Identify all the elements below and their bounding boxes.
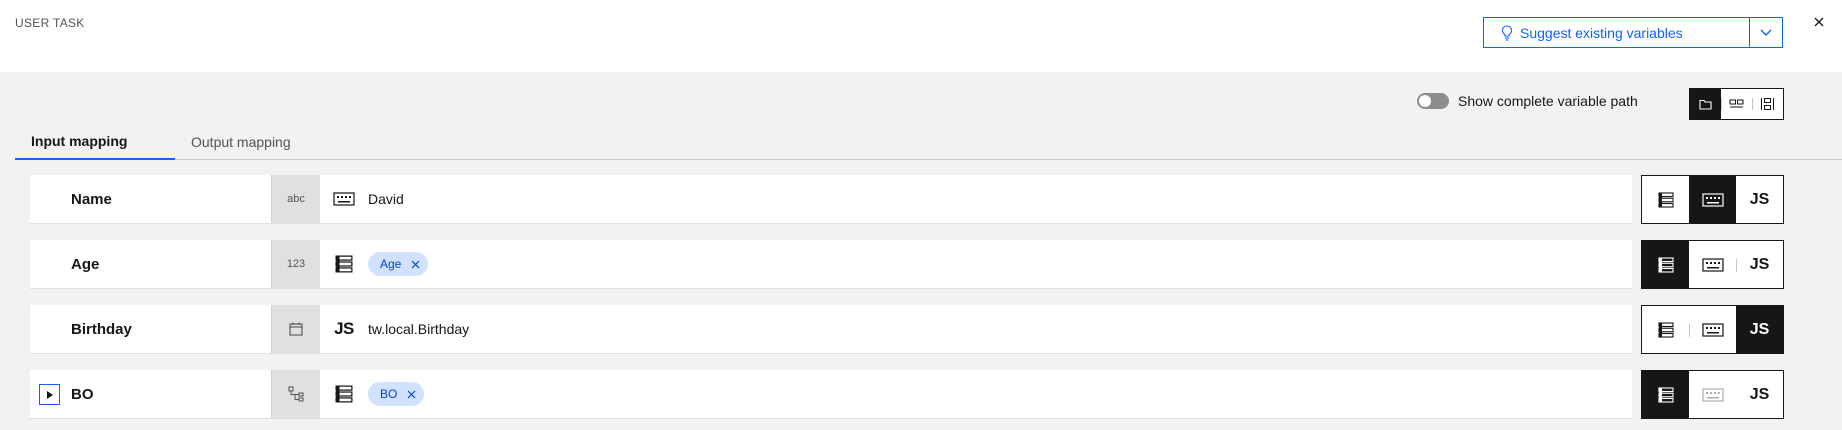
type-date-badge [271, 305, 320, 353]
variable-mode-button[interactable] [1642, 241, 1689, 288]
keyboard-icon [1701, 387, 1724, 402]
value-cell: Age [320, 240, 1632, 288]
variable-mode-button[interactable] [1642, 371, 1689, 418]
variable-name: Birthday [71, 320, 132, 338]
list-icon [1657, 321, 1674, 338]
variable-mode-button[interactable] [1642, 176, 1689, 223]
close-icon [407, 390, 416, 398]
value-mode-switcher: JS [1641, 370, 1784, 419]
card-view-button[interactable] [1721, 89, 1752, 119]
variable-name: BO [30, 370, 271, 418]
complete-path-toggle-label: Show complete variable path [1458, 93, 1638, 109]
list-icon [1657, 386, 1674, 403]
variable-tag: Age [368, 252, 429, 276]
mapping-row-body: Name abc David [30, 175, 1632, 224]
mapping-row-bo: BO BO JS [30, 370, 1784, 419]
chevron-down-icon [1760, 29, 1772, 36]
js-mode-button[interactable]: JS [1736, 176, 1783, 223]
type-string-badge: abc [271, 175, 320, 223]
js-mode-button[interactable]: JS [1736, 371, 1783, 418]
suggest-variables-button[interactable]: Suggest existing variables [1484, 18, 1750, 47]
keyboard-icon [1701, 192, 1724, 207]
mapping-row-name: Name abc David JS [30, 175, 1784, 224]
list-icon [1657, 256, 1674, 273]
mapping-row-age: Age 123 Age JS [30, 240, 1784, 289]
remove-tag-button[interactable] [411, 260, 420, 269]
panel-title: USER TASK [15, 16, 85, 30]
keyboard-icon [1701, 322, 1724, 337]
tab-input-mapping[interactable]: Input mapping [15, 124, 175, 160]
close-button[interactable] [1811, 14, 1827, 30]
expand-row-button[interactable] [39, 384, 60, 405]
mapping-tabs: Input mapping Output mapping [15, 124, 1842, 160]
variable-tag-label: Age [380, 257, 402, 271]
complete-path-toggle[interactable] [1417, 93, 1449, 109]
variable-tag: BO [368, 382, 425, 406]
view-mode-switcher [1689, 88, 1784, 120]
type-object-badge [271, 370, 320, 418]
variable-name: Age [71, 255, 100, 273]
value-cell: JS tw.local.Birthday [320, 305, 1632, 353]
mapping-row-body: Birthday JS tw.local.Birthday [30, 305, 1632, 354]
value-mode-switcher: JS [1641, 305, 1784, 354]
literal-mode-button[interactable] [1689, 241, 1736, 288]
value-mode-switcher: JS [1641, 240, 1784, 289]
value-mode-switcher: JS [1641, 175, 1784, 224]
calendar-icon [289, 322, 303, 336]
js-mode-button[interactable]: JS [1736, 241, 1783, 288]
literal-mode-button[interactable] [1689, 176, 1736, 223]
column-view-button[interactable] [1752, 89, 1783, 119]
close-icon [411, 260, 420, 268]
js-expression-input[interactable]: tw.local.Birthday [368, 321, 469, 337]
remove-tag-button[interactable] [407, 390, 416, 399]
suggest-variables-control: Suggest existing variables [1483, 17, 1783, 48]
list-icon [332, 255, 356, 273]
list-icon [1657, 191, 1674, 208]
keyboard-icon [332, 192, 356, 206]
literal-mode-button[interactable] [1689, 371, 1736, 418]
literal-value-input[interactable]: David [368, 191, 404, 207]
suggest-variables-label: Suggest existing variables [1520, 24, 1683, 41]
js-icon: JS [334, 319, 354, 338]
column-view-icon [1761, 98, 1774, 110]
variable-mode-button[interactable] [1642, 306, 1689, 353]
close-icon [1814, 17, 1824, 27]
value-cell: David [320, 175, 1632, 223]
card-view-icon [1729, 99, 1744, 107]
suggest-variables-dropdown[interactable] [1750, 18, 1782, 47]
folder-view-button[interactable] [1690, 89, 1721, 119]
list-icon [332, 385, 356, 403]
literal-mode-button[interactable] [1689, 306, 1736, 353]
keyboard-icon [1701, 257, 1724, 272]
variable-tag-label: BO [380, 387, 398, 401]
js-mode-button[interactable]: JS [1736, 306, 1783, 353]
mapping-row-body: Age 123 Age [30, 240, 1632, 289]
header: USER TASK Suggest existing variables [0, 0, 1842, 72]
folder-icon [1699, 99, 1712, 110]
type-integer-badge: 123 [271, 240, 320, 288]
lightbulb-icon [1501, 24, 1513, 41]
variable-name: Name [71, 190, 112, 208]
caret-right-icon [46, 390, 53, 399]
value-cell: BO [320, 370, 1632, 418]
object-tree-icon [288, 386, 304, 402]
tab-output-mapping[interactable]: Output mapping [175, 124, 291, 160]
mapping-row-body: BO BO [30, 370, 1632, 419]
variable-name-label: BO [71, 385, 94, 403]
complete-path-toggle-group: Show complete variable path [1417, 93, 1638, 109]
mapping-row-birthday: Birthday JS tw.local.Birthday JS [30, 305, 1784, 354]
